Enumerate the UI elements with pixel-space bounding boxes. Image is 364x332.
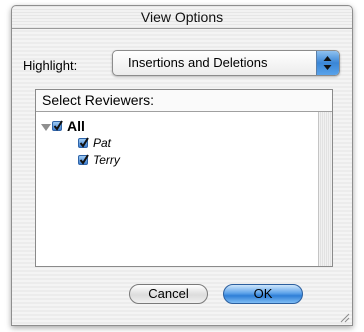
reviewer-all-label: All <box>67 118 85 134</box>
view-options-dialog: View Options Highlight: Insertions and D… <box>11 5 353 326</box>
highlight-select-value: Insertions and Deletions <box>128 55 268 70</box>
reviewer-row-all: All <box>40 118 85 134</box>
cancel-button[interactable]: Cancel <box>129 284 208 304</box>
reviewer-row-terry: Terry <box>78 152 120 168</box>
highlight-select[interactable]: Insertions and Deletions <box>112 50 340 76</box>
reviewers-header-label: Select Reviewers: <box>42 92 155 108</box>
reviewers-scrollbar[interactable] <box>318 112 332 266</box>
reviewer-row-pat: Pat <box>78 135 111 151</box>
title-bar[interactable]: View Options <box>12 6 352 29</box>
reviewers-list-header: Select Reviewers: <box>36 90 332 112</box>
window-title: View Options <box>140 9 224 25</box>
select-arrows-icon <box>316 51 339 75</box>
resize-grip-icon[interactable] <box>338 311 350 323</box>
disclosure-triangle-icon[interactable] <box>40 120 52 132</box>
checkbox-all[interactable] <box>52 120 63 131</box>
checkbox-pat[interactable] <box>78 137 89 148</box>
ok-button[interactable]: OK <box>223 284 303 304</box>
highlight-label: Highlight: <box>23 58 78 73</box>
reviewer-pat-label: Pat <box>93 136 112 150</box>
reviewers-list: Select Reviewers: All Pat Terry <box>35 89 333 267</box>
checkbox-terry[interactable] <box>78 154 89 165</box>
reviewer-terry-label: Terry <box>93 153 120 167</box>
